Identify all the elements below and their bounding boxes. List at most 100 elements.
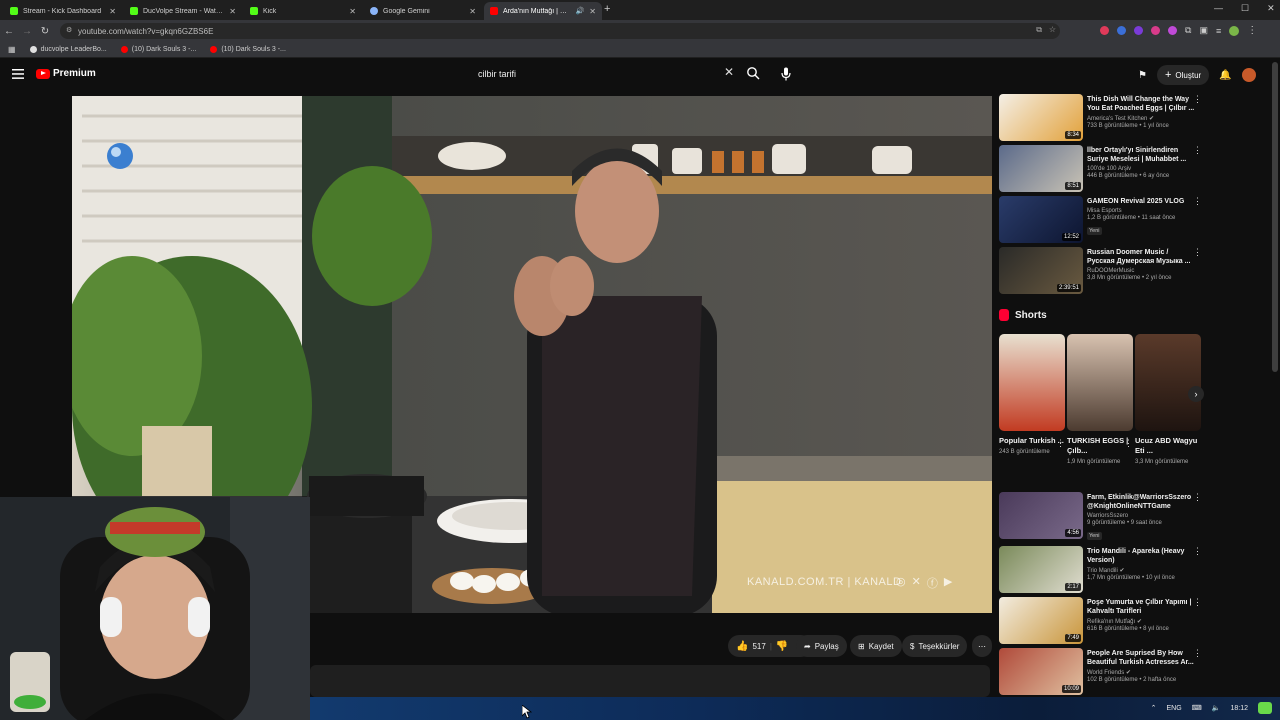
more-actions-button[interactable]: ⋯: [972, 635, 992, 657]
install-app-icon[interactable]: ⧉: [1036, 25, 1042, 35]
related-video[interactable]: 4:56 Farm, Etkinlik@WarriorsSszero @Knig…: [999, 492, 1204, 540]
channel-name[interactable]: Trio Mandili ✔: [1087, 567, 1195, 574]
hamburger-menu-icon[interactable]: [12, 68, 24, 80]
browser-tab[interactable]: Google Gemini ✕: [364, 2, 482, 20]
extension-icon[interactable]: [1117, 26, 1126, 35]
maximize-icon[interactable]: ☐: [1241, 3, 1249, 14]
channel-name[interactable]: WarriorsSszero: [1087, 513, 1195, 519]
forward-icon[interactable]: →: [18, 26, 36, 37]
tab-search-icon[interactable]: ≡: [1216, 26, 1221, 36]
bookmark-star-icon[interactable]: ☆: [1049, 25, 1056, 34]
browser-tab[interactable]: DucVolpe Stream - Watch Live ✕: [124, 2, 242, 20]
site-info-icon[interactable]: ⚙: [66, 26, 72, 34]
more-vertical-icon[interactable]: ⋮: [1193, 547, 1202, 556]
browser-tab-active[interactable]: Arda'nın Mutfağı | Çılbır Tarifi 🔊 ✕: [484, 2, 602, 20]
microphone-icon[interactable]: [780, 67, 792, 81]
more-vertical-icon[interactable]: ⋮: [1193, 95, 1202, 104]
video-thumbnail[interactable]: 8:34: [999, 94, 1083, 141]
search-icon[interactable]: [746, 66, 760, 80]
close-tab-icon[interactable]: ✕: [349, 7, 356, 16]
related-video[interactable]: 8:51 İlber Ortaylı'yı Sinirlendiren Suri…: [999, 145, 1204, 193]
notifications-bell-icon[interactable]: 🔔: [1219, 70, 1231, 81]
extensions-puzzle-icon[interactable]: ⧉: [1185, 25, 1191, 36]
close-tab-icon[interactable]: ✕: [469, 7, 476, 16]
browser-tab[interactable]: Kick ✕: [244, 2, 362, 20]
tray-chevron-up-icon[interactable]: ⌃: [1151, 704, 1157, 712]
video-title[interactable]: GAMEON Revival 2025 VLOG: [1087, 197, 1195, 206]
lang-indicator[interactable]: ENG: [1166, 705, 1181, 712]
more-vertical-icon[interactable]: ⋮: [1193, 598, 1202, 607]
url-field[interactable]: ⚙ youtube.com/watch?v=gkqn6GZBS6E ⧉ ☆: [60, 23, 1060, 39]
short-title[interactable]: Ucuz ABD Wagyu Eti ...: [1135, 436, 1201, 456]
video-title[interactable]: Poşe Yumurta ve Çılbır Yapımı | Kahvaltı…: [1087, 598, 1195, 616]
short-item[interactable]: Popular Turkish ... 243 B görüntüleme ⋮: [999, 334, 1065, 456]
extension-icon[interactable]: [1134, 26, 1143, 35]
channel-name[interactable]: 100'de 100 Arşiv: [1087, 166, 1195, 172]
more-vertical-icon[interactable]: ⋮: [1193, 197, 1202, 206]
more-vertical-icon[interactable]: ⋮: [1056, 438, 1065, 449]
reload-icon[interactable]: ↻: [36, 26, 54, 37]
sidepanel-icon[interactable]: ▣: [1199, 25, 1208, 36]
channel-name[interactable]: Refika'nın Mutfağı ✔: [1087, 618, 1195, 625]
search-box[interactable]: cilbir tarifi ✕: [470, 63, 770, 85]
back-icon[interactable]: ←: [0, 26, 18, 37]
bookmark-item[interactable]: (10) Dark Souls 3 -...: [210, 46, 286, 53]
extension-icon[interactable]: [1168, 26, 1177, 35]
short-thumbnail[interactable]: [1067, 334, 1133, 431]
short-thumbnail[interactable]: [999, 334, 1065, 431]
extension-icon[interactable]: [1100, 26, 1109, 35]
related-video[interactable]: 12:52 GAMEON Revival 2025 VLOG Misa Espo…: [999, 196, 1204, 244]
create-button[interactable]: + Oluştur: [1156, 65, 1210, 85]
channel-name[interactable]: Misa Esports: [1087, 208, 1195, 214]
save-button[interactable]: ⊞ Kaydet: [850, 635, 902, 657]
related-video[interactable]: 7:49 Poşe Yumurta ve Çılbır Yapımı | Kah…: [999, 597, 1204, 645]
video-thumbnail[interactable]: 7:49: [999, 597, 1083, 644]
related-video[interactable]: 10:09 People Are Suprised By How Beautif…: [999, 648, 1204, 696]
more-vertical-icon[interactable]: ⋮: [1193, 493, 1202, 502]
short-item[interactable]: TURKISH EGGS | Çılb... 1,9 Mn görüntülem…: [1067, 334, 1133, 466]
video-thumbnail[interactable]: 2:17: [999, 546, 1083, 593]
channel-name[interactable]: World Friends ✔: [1087, 669, 1195, 676]
video-thumbnail[interactable]: 2:39:51: [999, 247, 1083, 294]
more-vertical-icon[interactable]: ⋮: [1193, 146, 1202, 155]
thumbs-down-icon[interactable]: 👎: [776, 641, 788, 652]
close-window-icon[interactable]: ✕: [1267, 3, 1275, 14]
related-video[interactable]: 2:39:51 Russian Doomer Music / Русская Д…: [999, 247, 1204, 295]
video-thumbnail[interactable]: 4:56: [999, 492, 1083, 539]
browser-tab[interactable]: Stream - Kick Dashboard ✕: [4, 2, 122, 20]
bookmark-item[interactable]: (10) Dark Souls 3 -...: [120, 46, 196, 53]
profile-avatar[interactable]: [1229, 25, 1240, 36]
cast-icon[interactable]: ⚑: [1138, 70, 1147, 81]
like-button[interactable]: 👍 517: [736, 641, 766, 652]
clock[interactable]: 18:12: [1230, 705, 1248, 712]
video-title[interactable]: This Dish Will Change the Way You Eat Po…: [1087, 95, 1195, 113]
page-scrollbar[interactable]: [1272, 62, 1278, 372]
account-avatar[interactable]: [1241, 68, 1256, 82]
speaker-icon[interactable]: 🔊: [576, 7, 585, 15]
video-title[interactable]: Russian Doomer Music / Русская Думерская…: [1087, 248, 1195, 266]
video-thumbnail[interactable]: 10:09: [999, 648, 1083, 695]
video-title[interactable]: İlber Ortaylı'yı Sinirlendiren Suriye Me…: [1087, 146, 1195, 164]
new-tab-icon[interactable]: +: [604, 3, 610, 15]
close-tab-icon[interactable]: ✕: [229, 7, 236, 16]
video-title[interactable]: Trio Mandili - Apareka (Heavy Version): [1087, 547, 1195, 565]
minimize-icon[interactable]: —: [1214, 3, 1223, 14]
video-thumbnail[interactable]: 12:52: [999, 196, 1083, 243]
clear-search-icon[interactable]: ✕: [724, 65, 734, 79]
close-tab-icon[interactable]: ✕: [589, 7, 596, 16]
video-thumbnail[interactable]: 8:51: [999, 145, 1083, 192]
video-title[interactable]: Farm, Etkinlik@WarriorsSszero @KnightOnl…: [1087, 493, 1195, 511]
network-icon[interactable]: ⌨: [1192, 704, 1202, 712]
channel-name[interactable]: America's Test Kitchen ✔: [1087, 115, 1195, 122]
more-vertical-icon[interactable]: ⋮: [1193, 248, 1202, 257]
video-title[interactable]: People Are Suprised By How Beautiful Tur…: [1087, 649, 1195, 667]
short-thumbnail[interactable]: [1135, 334, 1201, 431]
volume-icon[interactable]: 🔈: [1212, 704, 1221, 712]
close-tab-icon[interactable]: ✕: [109, 7, 116, 16]
more-vertical-icon[interactable]: ⋮: [1124, 438, 1133, 449]
bookmark-item[interactable]: ducvolpe LeaderBo...: [29, 46, 107, 53]
youtube-logo[interactable]: Premium: [36, 68, 96, 79]
apps-grid-icon[interactable]: ▦: [8, 45, 16, 54]
channel-name[interactable]: RuDOOMerMusic: [1087, 268, 1195, 274]
tray-app-icon[interactable]: [1258, 702, 1272, 714]
